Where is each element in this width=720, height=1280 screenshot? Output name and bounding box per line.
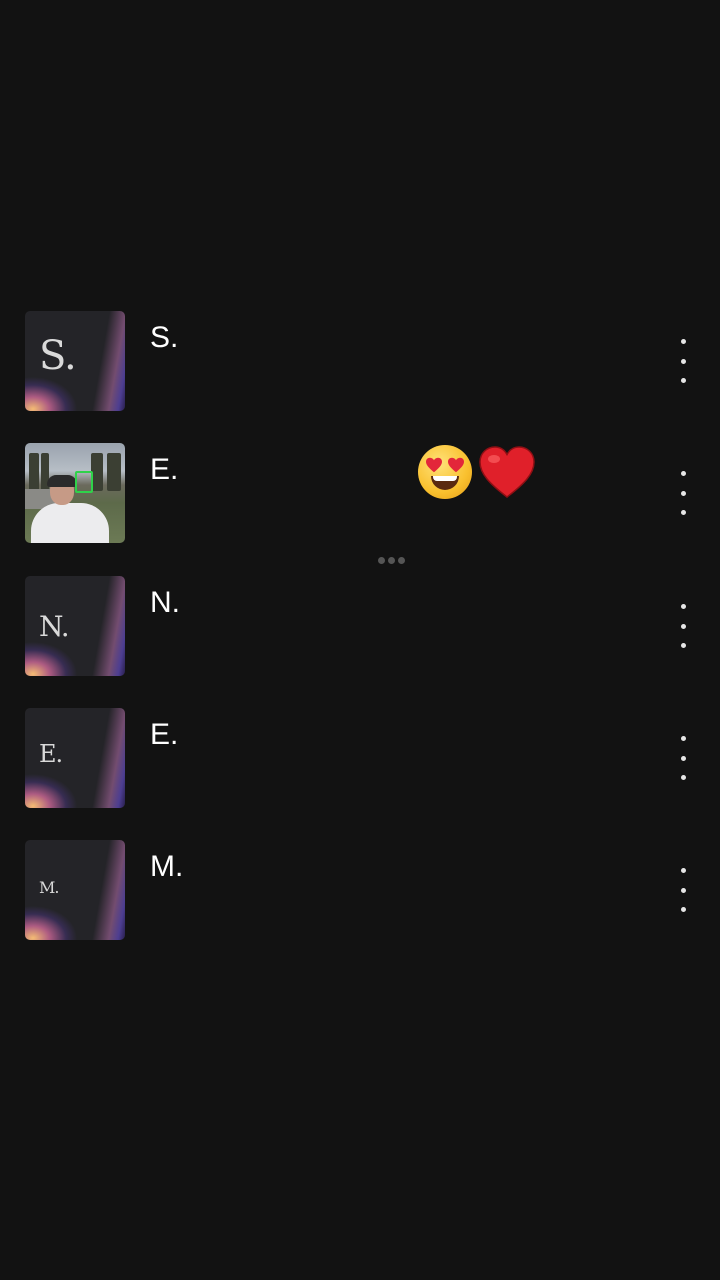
contacts-screen: S. S. E. N. N. E. E. M. M. [0,0,720,1280]
contact-row[interactable]: N. N. [0,576,720,676]
contact-row[interactable]: M. M. [0,840,720,940]
contact-thumbnail-photo[interactable] [25,443,125,543]
more-vertical-icon[interactable] [668,868,698,912]
more-vertical-icon[interactable] [668,471,698,515]
reaction-emojis [418,442,536,502]
contact-name: S. [150,321,179,354]
contact-thumbnail[interactable]: S. [25,311,125,411]
contact-row[interactable]: E. [0,443,720,543]
heart-eye-icon [426,457,442,473]
thumbnail-letter: M. [39,878,59,897]
green-sticker [75,471,93,493]
typing-dots-icon [378,557,405,564]
heart-eyes-emoji-icon [418,445,472,499]
contact-name: E. [150,453,179,486]
contact-thumbnail[interactable]: M. [25,840,125,940]
more-vertical-icon[interactable] [668,339,698,383]
red-heart-icon [479,446,535,498]
thumbnail-letter: E. [39,740,63,768]
more-vertical-icon[interactable] [668,736,698,780]
contact-row[interactable]: E. E. [0,708,720,808]
contact-name: E. [150,718,179,751]
contact-thumbnail[interactable]: E. [25,708,125,808]
thumbnail-letter: S. [39,333,77,379]
contact-thumbnail[interactable]: N. [25,576,125,676]
more-vertical-icon[interactable] [668,604,698,648]
contact-row[interactable]: S. S. [0,311,720,411]
contact-name: M. [150,850,184,883]
contact-name: N. [150,586,180,619]
thumbnail-letter: N. [39,610,70,643]
heart-eye-icon [448,457,464,473]
